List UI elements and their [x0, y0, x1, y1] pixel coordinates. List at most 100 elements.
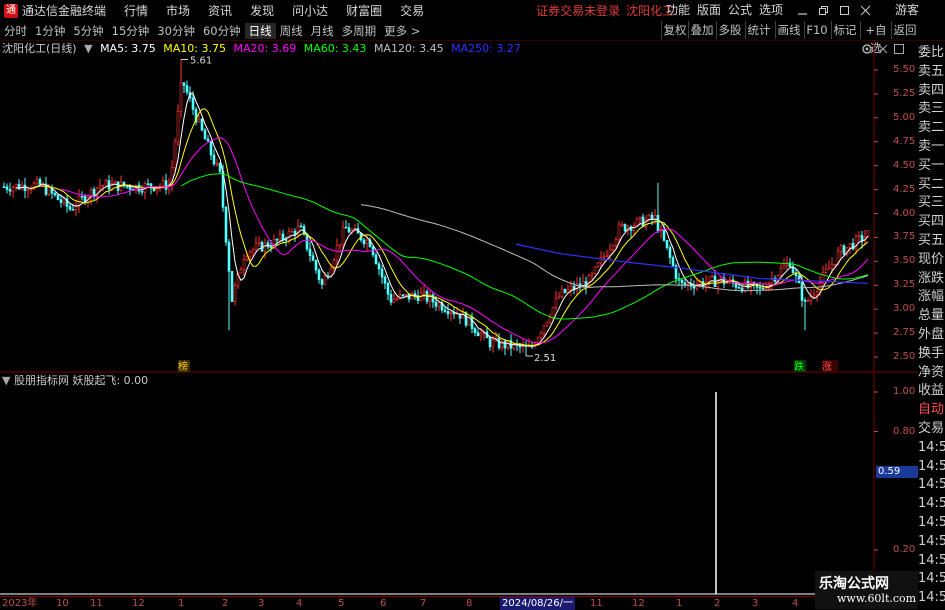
candle-body	[227, 241, 231, 272]
candle-body	[386, 282, 390, 295]
btn-biaoji[interactable]: 标记	[831, 21, 858, 39]
candle-body	[38, 179, 42, 185]
menu-formula[interactable]: 公式	[728, 0, 752, 21]
time-tick-label: 11	[90, 598, 103, 609]
candle-body	[650, 214, 654, 220]
period-5min[interactable]: 5分钟	[69, 23, 107, 39]
candle-body	[446, 311, 450, 315]
right-panel-item: 涨幅	[918, 289, 945, 305]
period-day[interactable]: 日线	[244, 22, 276, 39]
candle-body	[833, 263, 837, 266]
time-tick-label: 1	[676, 598, 683, 609]
btn-add-watchlist[interactable]: +自选	[860, 21, 891, 55]
candle-body	[380, 268, 384, 278]
minimize-icon[interactable]	[797, 5, 808, 16]
btn-tongji[interactable]: 统计	[745, 21, 772, 39]
menu-item-shichang[interactable]: 市场	[166, 2, 190, 19]
menu-item-wenxiaoda[interactable]: 问小达	[292, 2, 328, 19]
kline-chart-area[interactable]: 5.61 2.51 榜 跌 涨	[0, 40, 918, 596]
btn-diejia[interactable]: 叠加	[688, 21, 715, 39]
period-fenshi[interactable]: 分时	[0, 23, 31, 39]
candle-body	[632, 225, 636, 231]
candle-body	[98, 185, 102, 189]
btn-back[interactable]: 返回	[891, 21, 918, 39]
period-15min[interactable]: 15分钟	[108, 23, 154, 39]
period-1min[interactable]: 1分钟	[31, 23, 69, 39]
period-30min[interactable]: 30分钟	[153, 23, 199, 39]
candle-body	[101, 184, 105, 187]
btn-fuquan[interactable]: 复权	[661, 21, 688, 39]
time-tick-label: 3	[258, 598, 265, 609]
user-guest[interactable]: 游客	[895, 0, 919, 21]
sub-indicator-name[interactable]: 股朋指标网	[14, 374, 69, 387]
right-panel-item: 卖四	[918, 82, 945, 98]
close-icon[interactable]	[860, 5, 871, 16]
time-tick-label: 5	[338, 598, 345, 609]
period-more[interactable]: 更多 >	[380, 23, 424, 39]
candle-body	[449, 312, 453, 315]
time-tick-label: 6	[380, 598, 387, 609]
candle-body	[638, 216, 642, 220]
price-tick-label: 4.75	[893, 135, 916, 147]
right-panel-item: 14:56	[918, 571, 945, 587]
candle-body	[71, 208, 75, 211]
candle-body	[830, 263, 834, 269]
candle-body	[281, 233, 285, 240]
menu-item-hangqing[interactable]: 行情	[124, 2, 148, 19]
price-tick-label: 4.00	[893, 207, 916, 219]
trade-login-status[interactable]: 证券交易未登录	[536, 2, 620, 19]
candle-body	[782, 265, 786, 269]
menu-func[interactable]: 功能	[666, 0, 690, 21]
period-60min[interactable]: 60分钟	[199, 23, 245, 39]
menu-item-zixun[interactable]: 资讯	[208, 2, 232, 19]
price-tick-label: 3.50	[893, 255, 916, 267]
time-tick-label: 11	[590, 598, 603, 609]
candle-body	[827, 267, 831, 270]
time-tick-label: 4	[792, 598, 799, 609]
candle-body	[488, 337, 492, 348]
right-panel-item: 卖五	[918, 63, 945, 79]
menu-item-jiaoyi[interactable]: 交易	[400, 2, 424, 19]
right-panel-item: 卖三	[918, 101, 945, 117]
menu-options[interactable]: 选项	[759, 0, 783, 21]
sub-chevron-icon[interactable]: ▼	[2, 374, 10, 387]
price-tick-label: 4.25	[893, 183, 916, 195]
candle-body	[680, 279, 684, 284]
btn-huaxian[interactable]: 画线	[775, 21, 802, 39]
candle-body	[284, 239, 288, 241]
candle-body	[191, 97, 195, 110]
candle-body	[599, 256, 603, 264]
right-panel-item[interactable]: 自动	[918, 402, 945, 418]
menu-item-caifuquan[interactable]: 财富圈	[346, 2, 382, 19]
candle-body	[857, 235, 861, 237]
right-quote-panel: 委比 卖五 卖四 卖三 卖二 卖一 买一 买二 买三 买四 买五 现价 涨跌 涨幅 总量 外盘 换手 净资 收益 自动…	[918, 41, 945, 609]
period-month[interactable]: 月线	[307, 23, 338, 39]
menu-item-faxian[interactable]: 发现	[250, 2, 274, 19]
restore-icon[interactable]	[818, 5, 829, 16]
candle-body	[347, 227, 351, 233]
candle-body	[248, 251, 252, 257]
candle-body	[362, 239, 366, 245]
time-axis: 2023年 10 11 12 1 2 3 4 5 6 7 8 11 12 1 2 3 4 2024/08/26/一	[0, 596, 918, 610]
candle-body	[314, 260, 318, 271]
btn-f10[interactable]: F10	[804, 21, 829, 39]
period-multi[interactable]: 多周期	[338, 23, 381, 39]
period-week[interactable]: 周线	[276, 23, 307, 39]
price-tick-label: 2.75	[893, 327, 916, 339]
menu-layout[interactable]: 版面	[697, 0, 721, 21]
price-tick-label: 5.25	[893, 87, 916, 99]
marker-zhang: 涨	[822, 361, 832, 373]
time-tick-label: 1	[178, 598, 185, 609]
candle-body	[665, 240, 669, 248]
maximize-icon[interactable]	[839, 5, 850, 16]
right-panel-item[interactable]: 交易	[918, 421, 945, 437]
btn-duogu[interactable]: 多股	[716, 21, 743, 39]
candle-body	[80, 195, 84, 198]
time-tick-label: 2	[222, 598, 229, 609]
app-logo-icon: 通	[4, 3, 18, 18]
candle-body	[323, 275, 327, 285]
candle-body	[614, 238, 618, 247]
time-tick-label: 8	[466, 598, 473, 609]
candle-body	[551, 307, 555, 318]
candle-body	[389, 293, 393, 303]
